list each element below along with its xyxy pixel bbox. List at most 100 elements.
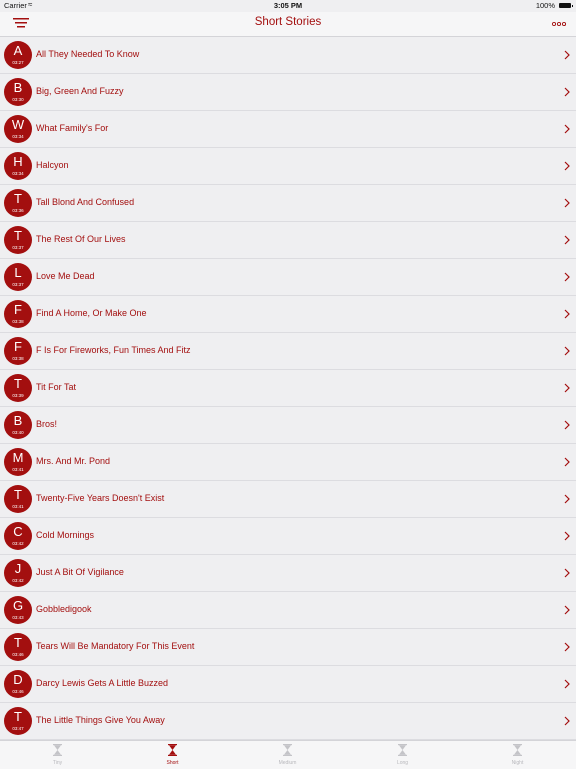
story-avatar: C 03:42 [4,522,32,550]
avatar-letter: G [12,598,24,613]
avatar-letter: L [14,265,22,280]
avatar-letter: B [13,413,23,428]
story-duration: 03:43 [12,615,24,620]
story-avatar: M 03:41 [4,448,32,476]
tab-long[interactable]: Long [345,741,460,769]
story-duration: 03:40 [12,430,24,435]
more-icon[interactable] [552,21,566,27]
avatar-letter: T [14,709,22,724]
battery-icon [559,3,573,8]
list-item[interactable]: F 03:38 F Is For Fireworks, Fun Times And … [0,333,576,370]
chevron-right-icon [564,605,570,615]
story-duration: 03:41 [12,504,24,509]
story-avatar: F 03:38 [4,300,32,328]
story-avatar: A 03:27 [4,41,32,69]
avatar-letter: F [14,339,22,354]
nav-bar: Short Stories [0,12,576,37]
avatar-letter: T [14,191,22,206]
tab-label: Medium [278,760,297,766]
story-avatar: D 03:46 [4,670,32,698]
story-avatar: T 03:37 [4,226,32,254]
story-duration: 03:47 [12,726,24,731]
tab-night[interactable]: Night [460,741,575,769]
list-item[interactable]: T 03:36 Tall Blond And Confused [0,185,576,222]
story-title: Mrs. And Mr. Pond [36,456,111,466]
list-item[interactable]: T 03:46 Tears Will Be Mandatory For This E… [0,629,576,666]
list-item[interactable]: B 03:40 Bros! [0,407,576,444]
list-item[interactable]: M 03:41 Mrs. And Mr. Pond [0,444,576,481]
chevron-right-icon [564,309,570,319]
list-item[interactable]: L 03:37 Love Me Dead [0,259,576,296]
story-avatar: T 03:39 [4,374,32,402]
list-item[interactable]: J 03:42 Just A Bit Of Vigilance [0,555,576,592]
story-duration: 03:39 [12,393,24,398]
list-item[interactable]: A 03:27 All They Needed To Know [0,37,576,74]
tab-label: Night [511,760,524,766]
story-title: Twenty-Five Years Doesn't Exist [36,493,165,503]
story-title: Find A Home, Or Make One [36,308,147,318]
story-avatar: J 03:42 [4,559,32,587]
story-duration: 03:36 [12,208,24,213]
list-item[interactable]: T 03:47 The Little Things Give You Away [0,703,576,740]
story-title: The Rest Of Our Lives [36,234,126,244]
avatar-letter: T [14,635,22,650]
chevron-right-icon [564,420,570,430]
tab-tiny[interactable]: Tiny [0,741,115,769]
page-title: Short Stories [254,16,322,28]
avatar-letter: M [12,450,24,465]
story-avatar: B 03:40 [4,411,32,439]
chevron-right-icon [564,531,570,541]
avatar-letter: F [14,302,22,317]
story-avatar: G 03:43 [4,596,32,624]
story-title: Love Me Dead [36,271,95,281]
list-item[interactable]: B 03:30 Big, Green And Fuzzy [0,74,576,111]
tab-label: Tiny [52,760,63,766]
story-title: What Family's For [36,123,109,133]
avatar-letter: J [14,561,22,576]
list-item[interactable]: F 03:38 Find A Home, Or Make One [0,296,576,333]
avatar-letter: T [14,376,22,391]
story-duration: 03:42 [12,541,24,546]
story-duration: 03:37 [12,245,24,250]
chevron-right-icon [564,457,570,467]
story-duration: 03:41 [12,467,24,472]
list-item[interactable]: T 03:37 The Rest Of Our Lives [0,222,576,259]
chevron-right-icon [564,568,570,578]
list-item[interactable]: T 03:39 Tit For Tat [0,370,576,407]
story-list: A 03:27 All They Needed To Know B 03:30 Big, … [0,37,576,740]
list-item[interactable]: T 03:41 Twenty-Five Years Doesn't Exist [0,481,576,518]
chevron-right-icon [564,198,570,208]
story-title: F Is For Fireworks, Fun Times And Fitz [36,345,191,355]
avatar-letter: H [13,154,23,169]
list-item[interactable]: C 03:42 Cold Mornings [0,518,576,555]
list-item[interactable]: W 03:34 What Family's For [0,111,576,148]
chevron-right-icon [564,383,570,393]
story-title: Gobbledigook [36,604,92,614]
hourglass-icon [168,744,177,756]
tab-medium[interactable]: Medium [230,741,345,769]
list-item[interactable]: D 03:46 Darcy Lewis Gets A Little Buzzed [0,666,576,703]
story-title: Tears Will Be Mandatory For This Event [36,641,195,651]
tab-short[interactable]: Short [115,741,230,769]
story-duration: 03:34 [12,171,24,176]
list-item[interactable]: H 03:34 Halcyon [0,148,576,185]
status-time: 3:05 PM [273,1,303,10]
avatar-letter: T [14,487,22,502]
tab-label: Short [166,760,179,766]
story-duration: 03:42 [12,578,24,583]
story-avatar: W 03:34 [4,115,32,143]
story-avatar: B 03:30 [4,78,32,106]
hourglass-icon [283,744,292,756]
avatar-letter: C [13,524,23,539]
story-duration: 03:37 [12,282,24,287]
chevron-right-icon [564,716,570,726]
hourglass-icon [53,744,62,756]
story-title: Darcy Lewis Gets A Little Buzzed [36,678,169,688]
hourglass-icon [398,744,407,756]
chevron-right-icon [564,642,570,652]
list-item[interactable]: G 03:43 Gobbledigook [0,592,576,629]
avatar-letter: D [13,672,23,687]
chevron-right-icon [564,679,570,689]
chevron-right-icon [564,50,570,60]
story-title: All They Needed To Know [36,49,140,59]
